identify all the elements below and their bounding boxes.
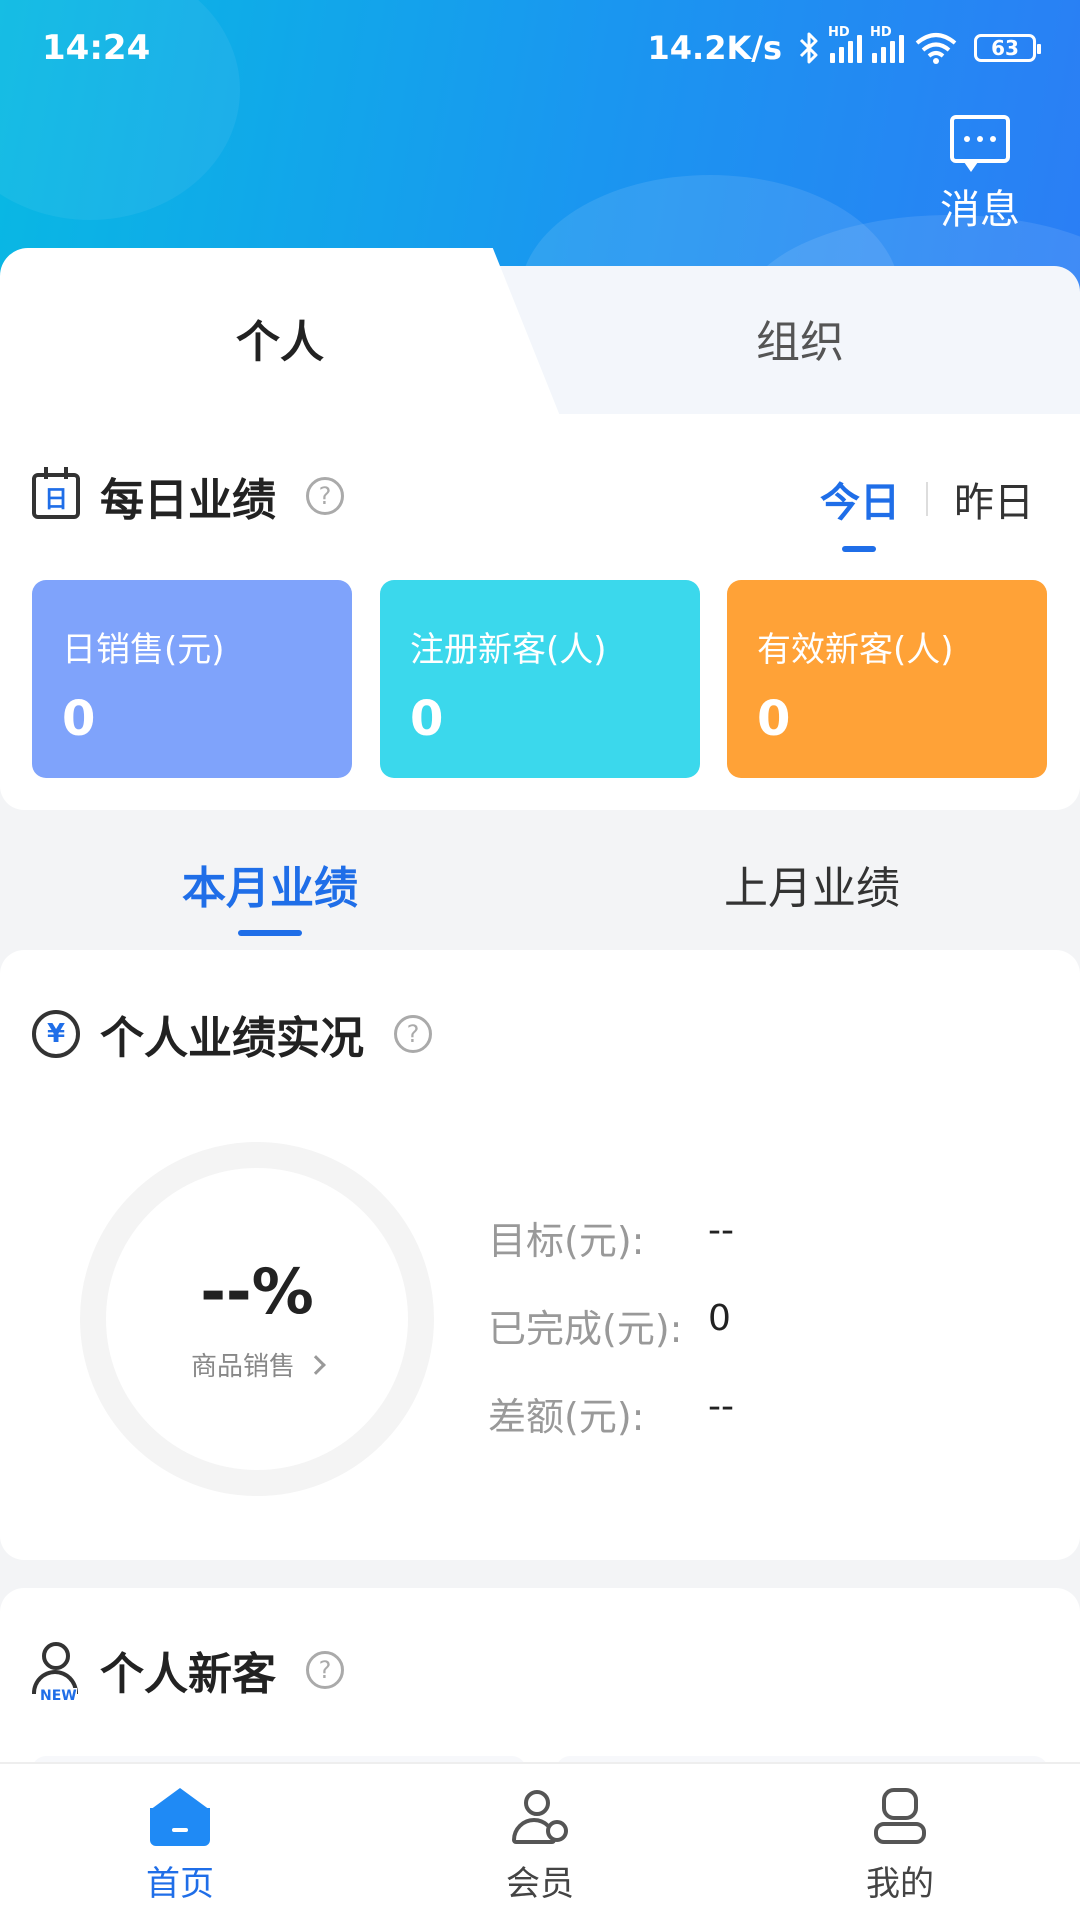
difference-row: 差额(元): -- — [488, 1386, 734, 1441]
stat-label: 日销售(元) — [62, 630, 225, 670]
daily-title: 每日业绩 — [100, 475, 276, 526]
nav-label: 我的 — [866, 1864, 934, 1904]
battery-icon: 63 — [974, 34, 1041, 62]
scope-tabs: 个人 组织 — [0, 248, 1080, 416]
performance-title: 个人业绩实况 — [100, 1013, 364, 1064]
daily-sales-box[interactable]: 日销售(元) 0 — [32, 580, 352, 778]
help-icon[interactable]: ? — [306, 1651, 344, 1689]
day-switch: 今日 昨日 — [820, 470, 1034, 552]
performance-card: ¥ 个人业绩实况 ? --% 商品销售 目标(元): -- 已完成(元): 0 … — [0, 950, 1080, 1560]
difference-value: -- — [708, 1386, 734, 1427]
target-label: 目标(元): — [488, 1219, 645, 1263]
registered-customers-box[interactable]: 注册新客(人) 0 — [380, 580, 700, 778]
new-customers-title-row: NEW 个人新客 ? — [32, 1638, 344, 1704]
status-icons: 14.2K/s HD HD 63 — [647, 25, 1041, 67]
difference-label: 差额(元): — [488, 1395, 645, 1439]
daily-performance-card: 日 每日业绩 ? 今日 昨日 日销售(元) 0 注册新客(人) 0 有效新客(人… — [0, 414, 1080, 810]
nav-label: 首页 — [146, 1864, 214, 1904]
nav-members[interactable]: 会员 — [360, 1764, 720, 1920]
tab-personal[interactable]: 个人 — [130, 306, 430, 370]
stat-label: 注册新客(人) — [410, 630, 607, 670]
nav-home[interactable]: 首页 — [0, 1764, 360, 1920]
home-icon — [150, 1788, 210, 1848]
month-tabs: 本月业绩 上月业绩 — [0, 820, 1080, 940]
help-icon[interactable]: ? — [306, 477, 344, 515]
message-label: 消息 — [940, 187, 1020, 233]
yen-icon: ¥ — [32, 1010, 80, 1058]
daily-title-row: 日 每日业绩 ? — [32, 464, 344, 528]
performance-title-row: ¥ 个人业绩实况 ? — [32, 1002, 432, 1066]
signal-icon: HD — [828, 25, 862, 63]
member-icon — [510, 1788, 570, 1848]
divider — [926, 482, 928, 516]
new-user-icon: NEW — [32, 1642, 80, 1704]
calendar-icon: 日 — [32, 467, 80, 519]
wifi-icon — [915, 33, 957, 64]
stat-value: 0 — [62, 691, 96, 747]
progress-percent: --% — [200, 1255, 314, 1328]
message-icon — [950, 115, 1010, 172]
nav-label: 会员 — [506, 1864, 574, 1904]
battery-level: 63 — [991, 36, 1019, 60]
bluetooth-icon — [799, 32, 818, 64]
help-icon[interactable]: ? — [394, 1015, 432, 1053]
tab-organization[interactable]: 组织 — [650, 306, 950, 370]
yesterday-tab[interactable]: 昨日 — [954, 470, 1034, 528]
tab-last-month[interactable]: 上月业绩 — [724, 852, 900, 916]
tab-this-month[interactable]: 本月业绩 — [182, 852, 358, 936]
today-tab[interactable]: 今日 — [820, 470, 900, 552]
completed-row: 已完成(元): 0 — [488, 1298, 731, 1353]
nav-me[interactable]: 我的 — [720, 1764, 1080, 1920]
me-icon — [870, 1788, 930, 1848]
new-customers-card: NEW 个人新客 ? — [0, 1588, 1080, 1796]
status-time: 14:24 — [42, 28, 151, 68]
message-button[interactable]: 消息 — [930, 115, 1030, 235]
signal-icon: HD — [870, 25, 904, 63]
target-value: -- — [708, 1210, 734, 1251]
stat-label: 有效新客(人) — [757, 630, 954, 670]
product-sales-link[interactable]: 商品销售 — [191, 1346, 326, 1383]
status-bar: 14:24 14.2K/s HD HD 63 — [0, 0, 1080, 96]
target-row: 目标(元): -- — [488, 1210, 734, 1265]
bottom-nav: 首页 会员 我的 — [0, 1762, 1080, 1920]
progress-ring: --% 商品销售 — [80, 1142, 434, 1496]
hd-label: HD — [828, 25, 850, 40]
stat-value: 0 — [410, 691, 444, 747]
chevron-right-icon — [306, 1354, 326, 1375]
completed-label: 已完成(元): — [488, 1307, 683, 1351]
hd-label: HD — [870, 25, 892, 40]
net-speed: 14.2K/s — [647, 29, 782, 67]
new-customers-title: 个人新客 — [100, 1649, 276, 1700]
valid-customers-box[interactable]: 有效新客(人) 0 — [727, 580, 1047, 778]
stat-value: 0 — [757, 691, 791, 747]
completed-value: 0 — [708, 1298, 731, 1339]
